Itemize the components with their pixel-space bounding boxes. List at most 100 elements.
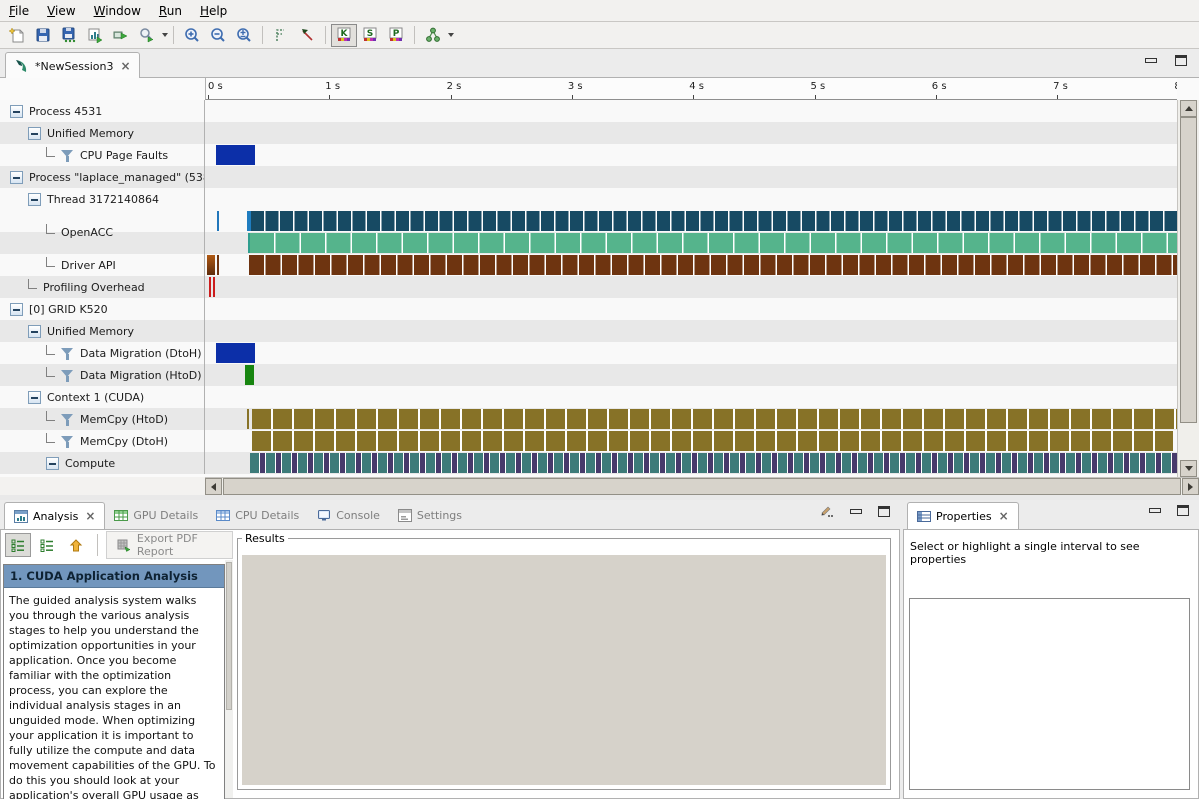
timeline-bar[interactable]: [249, 255, 1177, 275]
session-tab[interactable]: *NewSession3 ×: [5, 52, 140, 79]
timeline-bar[interactable]: [247, 409, 249, 429]
vertical-scroll-thumb[interactable]: [1180, 117, 1197, 423]
mark-arrow-button[interactable]: [294, 24, 320, 47]
filter-icon[interactable]: [61, 369, 74, 382]
timeline-ruler[interactable]: 0 s1 s2 s3 s4 s5 s6 s7 s8: [205, 78, 1177, 100]
tree-item[interactable]: Profiling Overhead: [0, 276, 205, 298]
mark-timeline-button[interactable]: [268, 24, 294, 47]
maximize-button[interactable]: [1177, 505, 1189, 516]
timeline-bar[interactable]: [252, 409, 1177, 429]
minimize-button[interactable]: [1145, 58, 1157, 63]
tab-analysis-close-icon[interactable]: ×: [85, 509, 95, 523]
tab-console[interactable]: Console: [308, 502, 389, 529]
timeline-bar[interactable]: [245, 365, 254, 385]
timeline-track[interactable]: [205, 188, 1177, 210]
menu-file[interactable]: File: [0, 2, 38, 20]
scroll-left-button[interactable]: [205, 478, 222, 495]
timeline-track[interactable]: [205, 276, 1177, 298]
tab-gpu-details[interactable]: GPU Details: [105, 502, 207, 529]
scroll-up-button[interactable]: [1180, 100, 1197, 117]
run-search-button[interactable]: [134, 24, 160, 47]
timeline-track[interactable]: [205, 320, 1177, 342]
tree-item[interactable]: MemCpy (DtoH): [0, 430, 205, 452]
timeline-track[interactable]: [205, 254, 1177, 276]
profile-application-button[interactable]: [82, 24, 108, 47]
timeline-track[interactable]: [205, 342, 1177, 364]
tab-analysis[interactable]: Analysis ×: [4, 502, 105, 529]
tree-item[interactable]: OpenACC: [0, 210, 205, 254]
timeline-track[interactable]: [205, 210, 1177, 254]
scroll-right-button[interactable]: [1182, 478, 1199, 495]
filter-icon[interactable]: [61, 413, 74, 426]
timeline-bar[interactable]: [207, 255, 215, 275]
tree-item[interactable]: CPU Page Faults: [0, 144, 205, 166]
back-to-parent-button[interactable]: [63, 533, 89, 557]
process-colors-button[interactable]: P: [383, 24, 409, 47]
scroll-down-button[interactable]: [1180, 460, 1197, 477]
filter-icon[interactable]: [61, 149, 74, 162]
timeline-track[interactable]: [205, 408, 1177, 430]
timeline-track[interactable]: [205, 386, 1177, 408]
collapse-toggle-icon[interactable]: [28, 325, 41, 338]
timeline-track[interactable]: [205, 100, 1177, 122]
timeline-bar[interactable]: [250, 453, 1177, 473]
session-tab-close-icon[interactable]: ×: [120, 59, 130, 73]
menu-help[interactable]: Help: [191, 2, 236, 20]
collapse-toggle-icon[interactable]: [28, 127, 41, 140]
tree-item[interactable]: MemCpy (HtoD): [0, 408, 205, 430]
maximize-button[interactable]: [1175, 55, 1187, 66]
timeline-bar[interactable]: [252, 431, 1173, 451]
tree-item[interactable]: Data Migration (HtoD): [0, 364, 205, 386]
timeline-bar[interactable]: [251, 211, 1177, 231]
collapse-toggle-icon[interactable]: [10, 171, 23, 184]
timeline-track[interactable]: [205, 298, 1177, 320]
timeline-bar[interactable]: [209, 277, 211, 297]
tree-item[interactable]: Data Migration (DtoH): [0, 342, 205, 364]
tab-cpu-details[interactable]: CPU Details: [207, 502, 308, 529]
collapse-toggle-icon[interactable]: [28, 391, 41, 404]
tree-item[interactable]: Thread 3172140864: [0, 188, 205, 210]
new-session-button[interactable]: [4, 24, 30, 47]
collapse-toggle-icon[interactable]: [46, 457, 59, 470]
maximize-button[interactable]: [878, 506, 890, 517]
timeline-bar[interactable]: [217, 211, 219, 231]
timeline-track[interactable]: [205, 452, 1177, 474]
collapse-toggle-icon[interactable]: [10, 303, 23, 316]
zoom-out-button[interactable]: [205, 24, 231, 47]
horizontal-scrollbar[interactable]: [205, 477, 1199, 495]
timeline-track[interactable]: [205, 430, 1177, 452]
minimize-button[interactable]: [850, 509, 862, 514]
menu-view[interactable]: View: [38, 2, 84, 20]
tree-item[interactable]: Unified Memory: [0, 320, 205, 342]
save-session-button[interactable]: [30, 24, 56, 47]
horizontal-scroll-thumb[interactable]: [223, 478, 1181, 495]
view-menu-icon[interactable]: [820, 505, 834, 518]
analysis-sidebar-scrollbar[interactable]: [225, 560, 233, 798]
guided-analysis-button[interactable]: [5, 533, 31, 557]
analysis-sidebar-scroll-thumb[interactable]: [226, 562, 232, 710]
timeline-track[interactable]: [205, 364, 1177, 386]
unguided-analysis-button[interactable]: [34, 533, 60, 557]
minimize-button[interactable]: [1149, 508, 1161, 513]
tree-item[interactable]: [0] GRID K520: [0, 298, 205, 320]
tree-item[interactable]: Context 1 (CUDA): [0, 386, 205, 408]
vertical-scrollbar[interactable]: [1177, 100, 1199, 477]
zoom-fit-button[interactable]: [231, 24, 257, 47]
timeline-bar[interactable]: [213, 277, 215, 297]
timeline-track[interactable]: [205, 166, 1177, 188]
menu-window[interactable]: Window: [85, 2, 150, 20]
timeline-bar[interactable]: [216, 343, 255, 363]
save-all-button[interactable]: [56, 24, 82, 47]
collapse-toggle-icon[interactable]: [28, 193, 41, 206]
filter-icon[interactable]: [61, 347, 74, 360]
timeline-track[interactable]: [205, 122, 1177, 144]
menu-run[interactable]: Run: [150, 2, 191, 20]
export-pdf-button[interactable]: Export PDF Report: [106, 531, 233, 559]
timeline-bar[interactable]: [217, 255, 219, 275]
analysis-options-button[interactable]: [420, 24, 446, 47]
tree-item[interactable]: Process "laplace_managed" (538): [0, 166, 205, 188]
analysis-options-dropdown-icon[interactable]: [448, 33, 454, 37]
tree-item[interactable]: Process 4531: [0, 100, 205, 122]
run-search-dropdown-icon[interactable]: [162, 33, 168, 37]
tab-properties[interactable]: Properties ×: [907, 502, 1019, 529]
